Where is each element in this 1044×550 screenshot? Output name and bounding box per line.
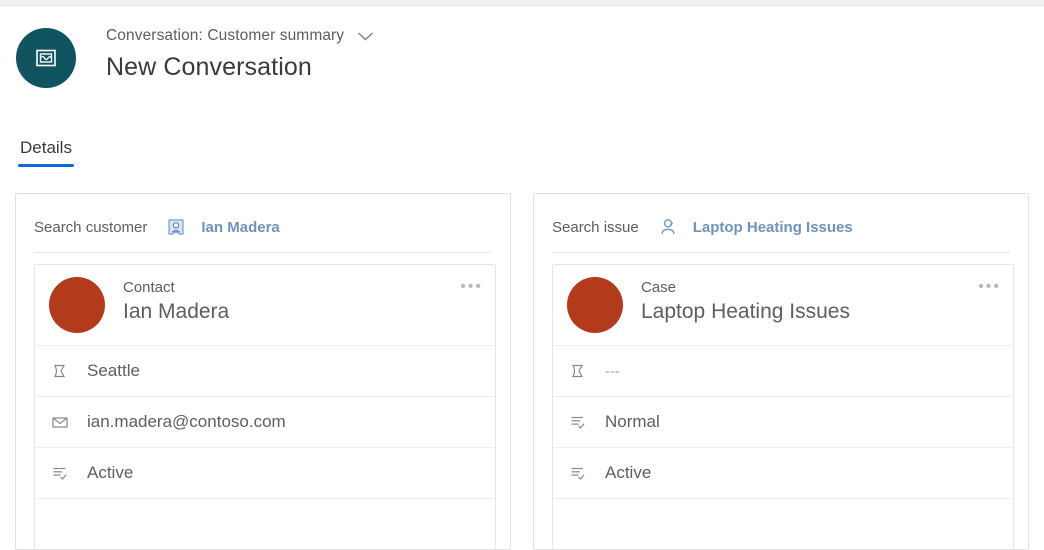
search-customer-label: Search customer [34, 218, 148, 236]
search-row-divider [34, 252, 492, 253]
case-summary-card: Search issue Laptop Heating Issues Case … [533, 193, 1029, 550]
case-overflow-menu-icon[interactable]: ••• [978, 279, 1001, 295]
search-customer-row: Search customer Ian Madera [16, 194, 510, 252]
case-avatar [567, 277, 623, 333]
contact-header-text: Contact Ian Madera [123, 277, 229, 324]
contact-record-header: Contact Ian Madera ••• [35, 265, 495, 345]
status-icon [49, 462, 71, 484]
contact-record-name: Ian Madera [123, 300, 230, 323]
contact-attribute-row-location: Seattle [35, 345, 495, 396]
cards-area: Search customer Ian Madera Contact Ian M… [15, 193, 1029, 550]
case-header-text: Case Laptop Heating Issues [641, 277, 850, 324]
page-header: Conversation: Customer summary New Conve… [16, 22, 376, 88]
conversation-context-label: Conversation: Customer summary [106, 27, 345, 44]
case-priority-value: Normal [605, 412, 660, 431]
status-icon [567, 462, 589, 484]
contact-entity-type: Contact [123, 279, 175, 296]
case-location-value: --- [605, 362, 620, 380]
contact-record-card: Contact Ian Madera ••• Seattle ian.mader… [34, 264, 496, 549]
conversation-icon [16, 28, 76, 88]
tab-strip: Details [18, 138, 74, 167]
case-record-name: Laptop Heating Issues [641, 300, 850, 323]
case-record-header: Case Laptop Heating Issues ••• [553, 265, 1013, 345]
location-icon [49, 360, 71, 382]
case-attribute-row-location: --- [553, 345, 1013, 396]
tab-details[interactable]: Details [18, 138, 74, 167]
contact-attribute-row-email: ian.madera@contoso.com [35, 396, 495, 447]
contact-card-icon[interactable] [165, 216, 187, 238]
search-issue-label: Search issue [552, 218, 639, 236]
header-subtitle-row: Conversation: Customer summary [106, 26, 376, 46]
page-title: New Conversation [106, 53, 312, 81]
contact-overflow-menu-icon[interactable]: ••• [460, 279, 483, 295]
contact-email-value: ian.madera@contoso.com [87, 412, 286, 431]
case-record-card: Case Laptop Heating Issues ••• --- Norma… [552, 264, 1014, 549]
search-issue-value[interactable]: Laptop Heating Issues [693, 219, 853, 236]
case-status-value: Active [605, 463, 652, 482]
search-issue-row: Search issue Laptop Heating Issues [534, 194, 1028, 252]
case-attribute-row-priority: Normal [553, 396, 1013, 447]
search-customer-value[interactable]: Ian Madera [201, 219, 279, 236]
email-icon [49, 411, 71, 433]
priority-icon [567, 411, 589, 433]
contact-location-value: Seattle [87, 361, 140, 380]
case-attribute-row-status: Active [553, 447, 1013, 498]
header-text-block: Conversation: Customer summary New Conve… [106, 22, 376, 82]
search-row-divider [552, 252, 1010, 253]
contact-avatar [49, 277, 105, 333]
customer-summary-card: Search customer Ian Madera Contact Ian M… [15, 193, 511, 550]
case-person-icon[interactable] [657, 216, 679, 238]
top-chrome-strip [0, 0, 1044, 6]
location-icon [567, 360, 589, 382]
case-entity-type: Case [641, 279, 677, 296]
contact-status-value: Active [87, 463, 134, 482]
contact-attribute-row-status: Active [35, 447, 495, 498]
chevron-down-icon[interactable] [354, 26, 376, 46]
